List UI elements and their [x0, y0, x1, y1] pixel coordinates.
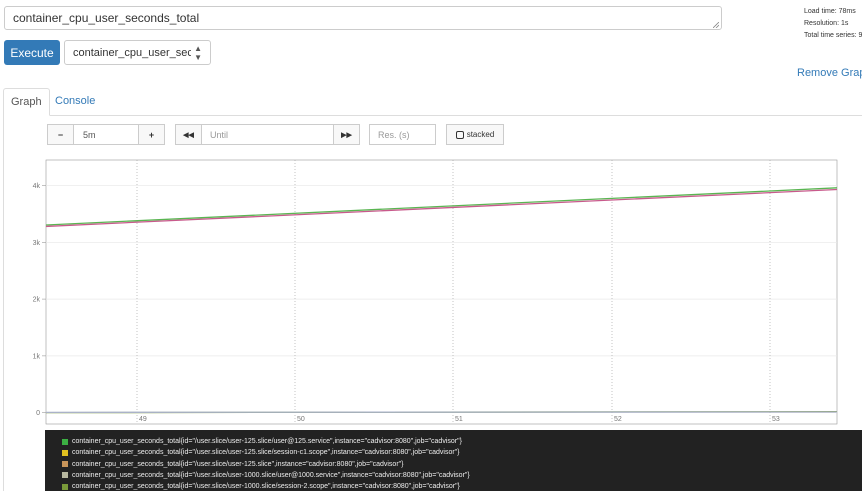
series-line-0 [45, 187, 838, 226]
legend: container_cpu_user_seconds_total{id="/us… [45, 430, 862, 491]
x-tick-label: 52 [614, 416, 622, 423]
x-tick-label: 53 [772, 416, 780, 423]
legend-swatch [62, 449, 68, 456]
legend-label: container_cpu_user_seconds_total{id="/us… [72, 471, 470, 479]
legend-label: container_cpu_user_seconds_total{id="/us… [72, 483, 460, 491]
series-lines [45, 187, 838, 414]
legend-swatch [62, 461, 68, 468]
x-tick-label: 51 [455, 416, 463, 423]
graph-chart: 0 1k 2k 3k 4k 49 50 51 52 53 [33, 159, 838, 425]
x-axis-ticks: 49 50 51 52 53 [139, 416, 780, 423]
legend-swatch [62, 483, 68, 490]
legend-item[interactable]: container_cpu_user_seconds_total{id="/us… [62, 436, 462, 447]
y-tick-label: 1k [33, 353, 41, 360]
y-tick-label: 4k [33, 183, 41, 190]
x-tick-label: 49 [139, 416, 147, 423]
legend-label: container_cpu_user_seconds_total{id="/us… [72, 438, 462, 445]
legend-swatch [62, 438, 68, 445]
y-tick-label: 3k [33, 240, 41, 247]
legend-label: container_cpu_user_seconds_total{id="/us… [72, 449, 460, 457]
y-axis-ticks: 0 1k 2k 3k 4k [33, 183, 46, 417]
series-line-1 [45, 188, 838, 228]
x-tick-label: 50 [297, 416, 305, 423]
legend-item[interactable]: container_cpu_user_seconds_total{id="/us… [62, 470, 470, 481]
legend-label: container_cpu_user_seconds_total{id="/us… [72, 460, 404, 468]
plot-frame [45, 159, 838, 425]
chart-grid [45, 159, 838, 425]
y-tick-label: 0 [36, 410, 40, 417]
legend-item[interactable]: container_cpu_user_seconds_total{id="/us… [62, 459, 403, 470]
legend-swatch [62, 472, 68, 479]
legend-item[interactable]: container_cpu_user_seconds_total{id="/us… [62, 447, 460, 458]
legend-item[interactable]: container_cpu_user_seconds_total{id="/us… [62, 481, 460, 491]
y-tick-label: 2k [33, 297, 41, 304]
